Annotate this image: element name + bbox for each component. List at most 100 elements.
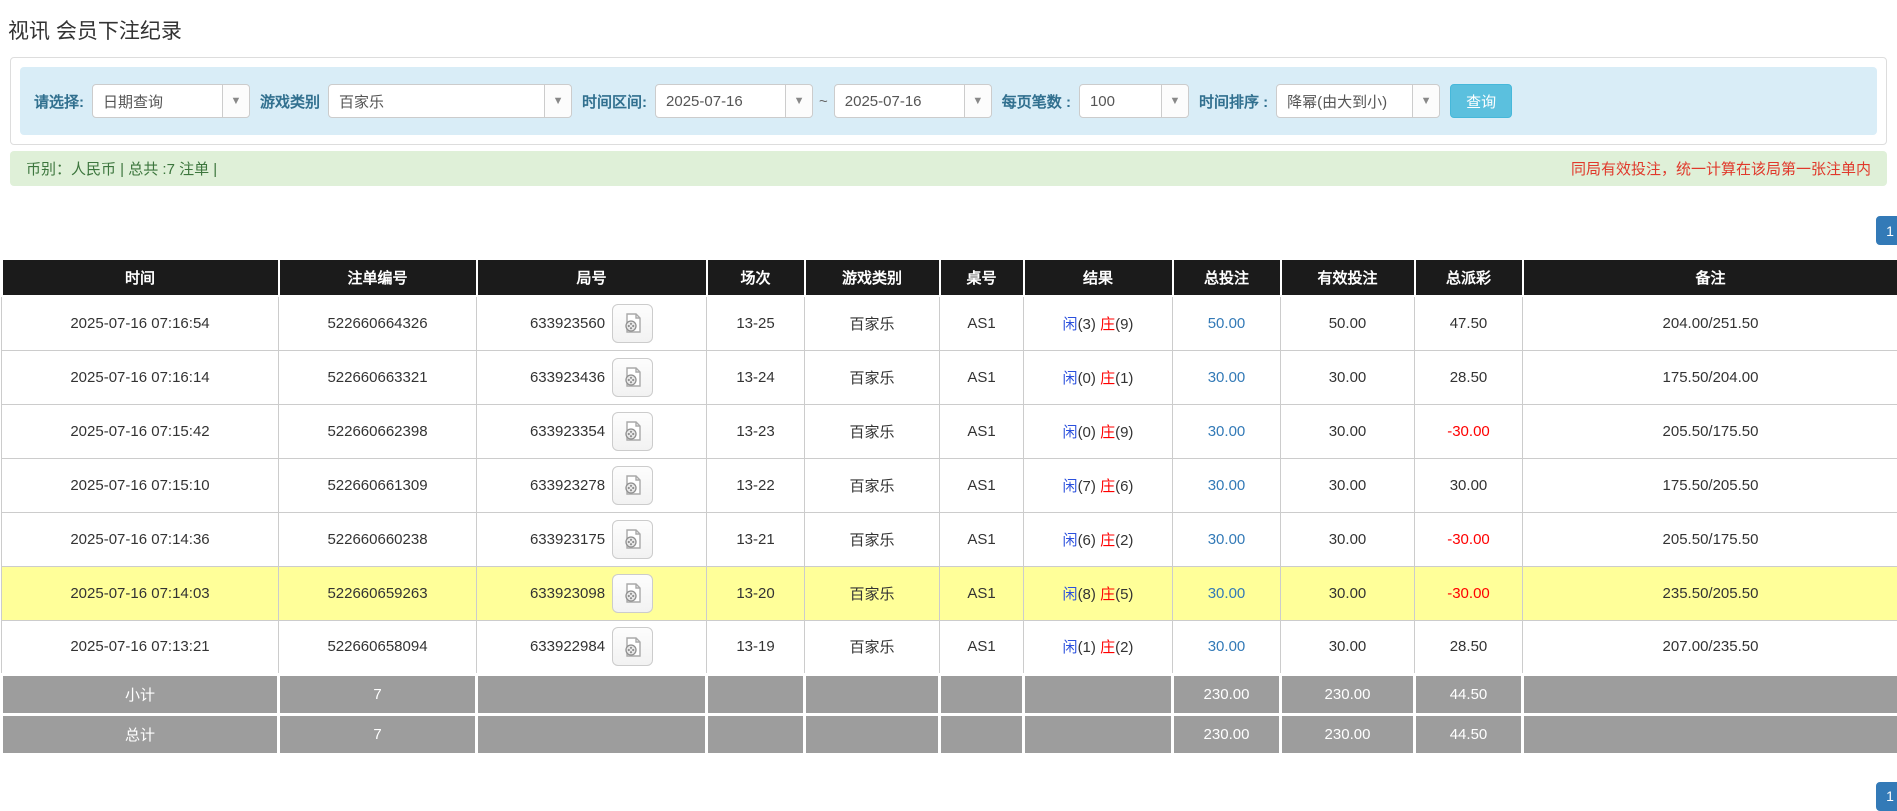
subtotal-row-cell-1: 7 [279,674,477,714]
column-header-0: 时间 [2,260,279,296]
round-number: 633922984 [530,638,605,655]
video-replay-button[interactable] [612,304,653,343]
video-replay-button[interactable] [612,466,653,505]
cell-result: 闲(7) 庄(6) [1024,458,1173,512]
cell-valid-bet: 30.00 [1281,458,1415,512]
round-number: 633923560 [530,315,605,332]
game-type-value: 百家乐 [329,85,544,117]
cell-total-bet[interactable]: 30.00 [1173,512,1281,566]
column-header-10: 备注 [1523,260,1897,296]
column-header-4: 游戏类别 [805,260,940,296]
filter-panel: 请选择: 日期查询 ▼ 游戏类别 百家乐 ▼ 时间区间: 2025-07-16 … [10,57,1887,145]
round-number: 633923436 [530,369,605,386]
cell-valid-bet: 30.00 [1281,404,1415,458]
result-player: 闲 [1063,316,1078,333]
date-from-select[interactable]: 2025-07-16 ▼ [655,84,813,118]
chevron-down-icon: ▼ [1161,85,1188,117]
table-row: 2025-07-16 07:16:54522660664326633923560… [2,296,1897,350]
column-header-9: 总派彩 [1415,260,1523,296]
time-sort-select[interactable]: 降幂(由大到小) ▼ [1276,84,1440,118]
table-body: 2025-07-16 07:16:54522660664326633923560… [2,296,1897,674]
date-from-value: 2025-07-16 [656,85,785,117]
subtotal-row-cell-10 [1523,674,1897,714]
date-to-select[interactable]: 2025-07-16 ▼ [834,84,992,118]
chevron-down-icon: ▼ [964,85,991,117]
total-row: 总计7230.00230.0044.50 [2,714,1897,754]
cell-payout: 28.50 [1415,620,1523,674]
column-header-2: 局号 [477,260,707,296]
subtotal-row-cell-9: 44.50 [1415,674,1523,714]
cell-total-bet[interactable]: 30.00 [1173,620,1281,674]
table-header-row: 时间注单编号局号场次游戏类别桌号结果总投注有效投注总派彩备注 [2,260,1897,296]
search-button[interactable]: 查询 [1450,84,1512,118]
cell-game-type: 百家乐 [805,620,940,674]
cell-total-bet[interactable]: 30.00 [1173,404,1281,458]
cell-game-type: 百家乐 [805,566,940,620]
cell-payout: -30.00 [1415,566,1523,620]
subtotal-row: 小计7230.00230.0044.50 [2,674,1897,714]
video-icon [622,474,644,496]
video-replay-button[interactable] [612,627,653,666]
page-size-select[interactable]: 100 ▼ [1079,84,1189,118]
total-row-cell-2 [477,714,707,754]
cell-session: 13-24 [707,350,805,404]
video-replay-button[interactable] [612,412,653,451]
cell-total-bet[interactable]: 30.00 [1173,566,1281,620]
result-banker-score: (6) [1115,478,1133,495]
cell-note: 235.50/205.50 [1523,566,1897,620]
column-header-6: 结果 [1024,260,1173,296]
cell-table-no: AS1 [940,566,1024,620]
subtotal-row-cell-4 [805,674,940,714]
table-row: 2025-07-16 07:15:10522660661309633923278… [2,458,1897,512]
cell-payout: -30.00 [1415,512,1523,566]
query-type-select[interactable]: 日期查询 ▼ [92,84,250,118]
filter-bar: 请选择: 日期查询 ▼ 游戏类别 百家乐 ▼ 时间区间: 2025-07-16 … [20,67,1877,135]
page-size-label: 每页笔数 : [1002,91,1071,112]
chevron-down-icon: ▼ [1412,85,1439,117]
cell-total-bet[interactable]: 30.00 [1173,458,1281,512]
cell-table-no: AS1 [940,404,1024,458]
video-replay-button[interactable] [612,574,653,613]
page-title: 视讯 会员下注纪录 [0,0,1897,57]
result-banker-score: (1) [1115,370,1133,387]
cell-note: 207.00/235.50 [1523,620,1897,674]
round-number: 633923354 [530,423,605,440]
cell-payout: 30.00 [1415,458,1523,512]
subtotal-row-cell-3 [707,674,805,714]
currency-summary-text: 币别：人民币 | 总共 :7 注单 | [26,158,217,179]
game-type-select[interactable]: 百家乐 ▼ [328,84,572,118]
cell-table-no: AS1 [940,512,1024,566]
result-banker: 庄 [1100,478,1115,495]
cell-session: 13-21 [707,512,805,566]
video-icon [622,636,644,658]
cell-result: 闲(8) 庄(5) [1024,566,1173,620]
cell-session: 13-19 [707,620,805,674]
cell-total-bet[interactable]: 30.00 [1173,350,1281,404]
video-icon [622,582,644,604]
result-player: 闲 [1063,586,1078,603]
cell-bet-id: 522660660238 [279,512,477,566]
cell-note: 204.00/251.50 [1523,296,1897,350]
page-1-button[interactable]: 1 [1876,782,1897,811]
video-replay-button[interactable] [612,358,653,397]
result-player: 闲 [1063,478,1078,495]
total-row-cell-3 [707,714,805,754]
result-player-score: (0) [1078,424,1096,441]
total-row-cell-9: 44.50 [1415,714,1523,754]
result-banker: 庄 [1100,639,1115,656]
total-row-cell-7: 230.00 [1173,714,1281,754]
cell-valid-bet: 30.00 [1281,620,1415,674]
cell-table-no: AS1 [940,620,1024,674]
column-header-1: 注单编号 [279,260,477,296]
cell-round: 633923436 [477,350,707,404]
result-banker: 庄 [1100,370,1115,387]
video-replay-button[interactable] [612,520,653,559]
cell-total-bet[interactable]: 50.00 [1173,296,1281,350]
table-row: 2025-07-16 07:14:36522660660238633923175… [2,512,1897,566]
subtotal-row-cell-5 [940,674,1024,714]
column-header-5: 桌号 [940,260,1024,296]
result-player: 闲 [1063,639,1078,656]
page-1-button[interactable]: 1 [1876,216,1897,245]
total-row-cell-0: 总计 [2,714,279,754]
video-icon [622,312,644,334]
